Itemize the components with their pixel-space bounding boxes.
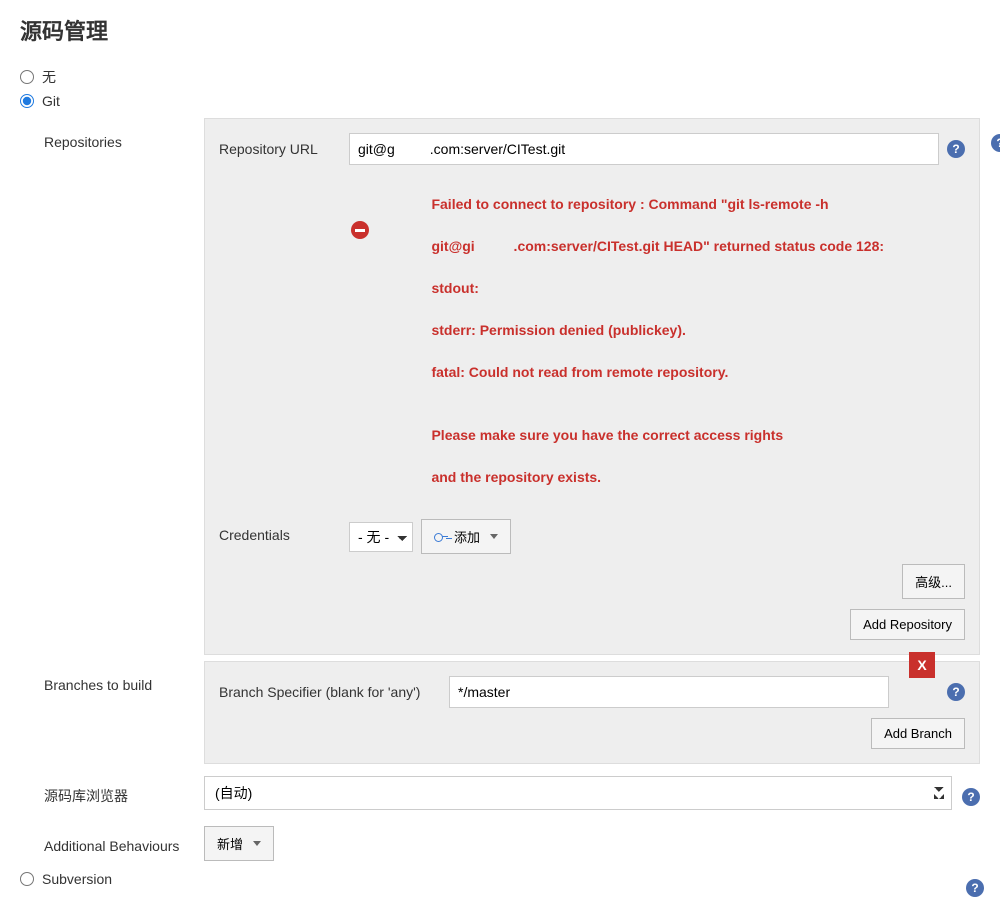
error-icon: [351, 221, 369, 239]
repo-browser-label: 源码库浏览器: [44, 770, 204, 814]
help-icon[interactable]: ?: [991, 134, 1000, 152]
add-credentials-button[interactable]: 添加: [421, 519, 511, 554]
radio-subversion[interactable]: [20, 872, 34, 886]
help-icon[interactable]: ?: [947, 683, 965, 701]
error-message: Failed to connect to repository : Comman…: [349, 173, 965, 509]
delete-branch-button[interactable]: X: [909, 652, 935, 678]
advanced-button[interactable]: 高级...: [902, 564, 965, 599]
additional-behaviours-label: Additional Behaviours: [44, 822, 204, 862]
repo-url-input[interactable]: [349, 133, 939, 165]
scm-option-subversion[interactable]: Subversion ?: [0, 868, 1000, 890]
branches-label: Branches to build: [44, 661, 204, 701]
add-branch-button[interactable]: Add Branch: [871, 718, 965, 749]
scm-option-git[interactable]: Git: [0, 90, 1000, 112]
radio-subversion-label: Subversion: [42, 871, 112, 887]
add-behaviour-button[interactable]: 新增: [204, 826, 274, 861]
page-title: 源码管理: [0, 0, 1000, 64]
branch-specifier-label: Branch Specifier (blank for 'any'): [219, 676, 449, 700]
repo-url-label: Repository URL: [219, 133, 349, 157]
help-icon[interactable]: ?: [947, 140, 965, 158]
repositories-label: Repositories: [44, 118, 204, 158]
error-line: fatal: Could not read from remote reposi…: [431, 364, 728, 380]
radio-git-label: Git: [42, 93, 60, 109]
error-line: git@gi .com:server/CITest.git HEAD" retu…: [431, 238, 884, 254]
radio-none-label: 无: [42, 67, 56, 87]
repo-browser-select[interactable]: (自动): [204, 776, 952, 810]
credentials-label: Credentials: [219, 519, 349, 543]
scm-option-none[interactable]: 无: [0, 64, 1000, 90]
add-behaviour-label: 新增: [217, 834, 243, 853]
error-line: stderr: Permission denied (publickey).: [431, 322, 685, 338]
help-icon[interactable]: ?: [966, 879, 984, 897]
help-icon[interactable]: ?: [962, 788, 980, 806]
repositories-panel: ? Repository URL ? Failed to connect to …: [204, 118, 980, 655]
key-icon: [434, 533, 448, 541]
branches-panel: X Branch Specifier (blank for 'any') ? A…: [204, 661, 980, 764]
error-line: stdout:: [431, 280, 478, 296]
chevron-down-icon: [490, 534, 498, 539]
radio-git[interactable]: [20, 94, 34, 108]
error-line: Failed to connect to repository : Comman…: [431, 196, 828, 212]
add-repository-button[interactable]: Add Repository: [850, 609, 965, 640]
credentials-select[interactable]: - 无 -: [349, 522, 413, 552]
branch-specifier-input[interactable]: [449, 676, 889, 708]
add-credentials-label: 添加: [454, 527, 480, 546]
radio-none[interactable]: [20, 70, 34, 84]
error-line: Please make sure you have the correct ac…: [431, 427, 783, 443]
chevron-down-icon: [253, 841, 261, 846]
error-line: and the repository exists.: [431, 469, 601, 485]
